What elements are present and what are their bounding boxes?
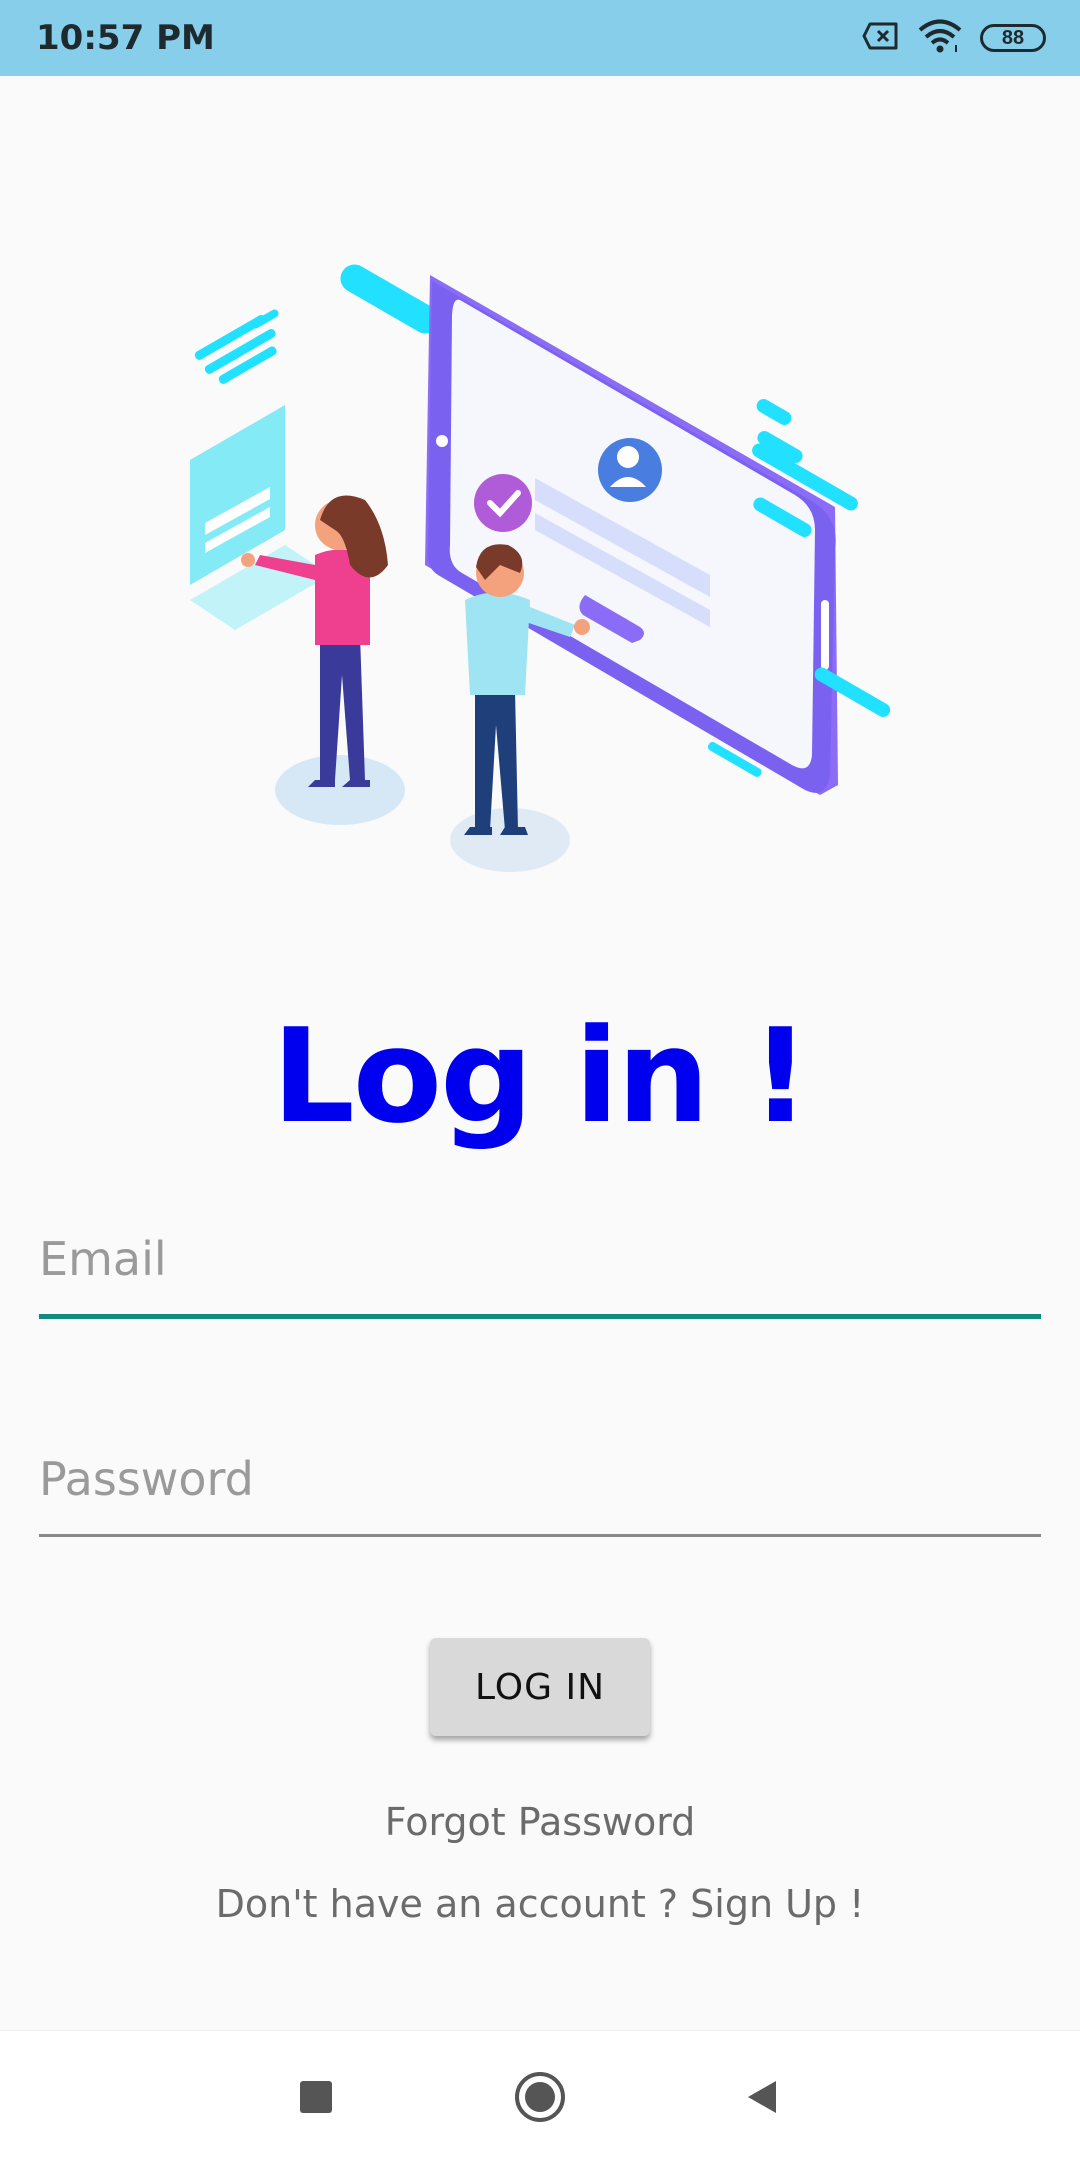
woman-figure [241,495,405,825]
decor-lines-left [194,309,279,384]
status-time: 10:57 PM [36,18,215,58]
decor-bar-top [340,264,440,334]
password-field-container [39,1452,1041,1537]
check-badge-icon [474,474,532,532]
status-bar: 10:57 PM 88 [0,0,1080,76]
signup-link[interactable]: Don't have an account ? Sign Up ! [0,1882,1080,1926]
wifi-icon [918,19,962,58]
battery-level: 88 [1001,26,1025,49]
login-illustration [190,264,891,872]
email-underline [39,1314,1041,1319]
no-sim-icon [862,21,900,56]
email-field[interactable] [39,1232,1041,1286]
battery-icon: 88 [980,24,1046,52]
email-field-container [39,1232,1041,1319]
status-icons: 88 [862,18,1046,58]
login-screen: 10:57 PM 88 Log in ! Email LOG IN Forgot… [0,0,1080,2160]
recents-square-icon[interactable] [286,2067,346,2127]
page-title: Log in ! [271,1000,810,1152]
home-circle-icon[interactable] [510,2067,570,2127]
password-field[interactable] [39,1452,1041,1506]
navigation-bar [0,2030,1080,2160]
login-button[interactable]: LOG IN [430,1638,650,1736]
floating-card [190,405,330,630]
back-triangle-icon[interactable] [732,2067,792,2127]
password-underline [39,1534,1041,1537]
forgot-password-link[interactable]: Forgot Password [0,1800,1080,1844]
